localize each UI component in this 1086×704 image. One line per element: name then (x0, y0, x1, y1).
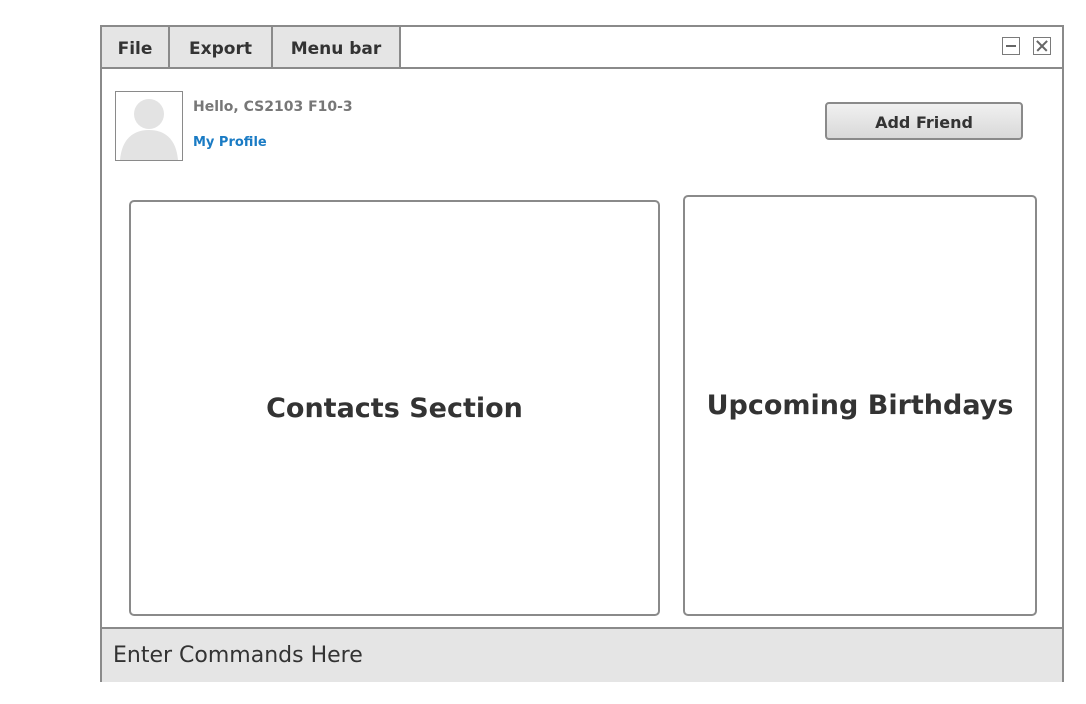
command-placeholder: Enter Commands Here (113, 643, 363, 668)
menu-bar: File Export Menu bar (102, 27, 1062, 69)
upcoming-birthdays-section: Upcoming Birthdays (683, 195, 1037, 616)
user-avatar-icon (115, 91, 183, 161)
upcoming-birthdays-title: Upcoming Birthdays (706, 390, 1014, 421)
contacts-section-title: Contacts Section (266, 392, 523, 424)
contacts-section: Contacts Section (129, 200, 660, 616)
menu-menu-bar[interactable]: Menu bar (273, 27, 401, 67)
my-profile-link[interactable]: My Profile (193, 135, 267, 150)
add-friend-button[interactable]: Add Friend (825, 102, 1023, 140)
menu-export[interactable]: Export (170, 27, 273, 67)
command-input[interactable]: Enter Commands Here (102, 627, 1062, 682)
greeting-text: Hello, CS2103 F10-3 (193, 99, 353, 115)
close-icon[interactable] (1033, 37, 1051, 55)
menu-file[interactable]: File (102, 27, 170, 67)
avatar-silhouette (120, 99, 178, 160)
app-window: File Export Menu bar Hello, CS2103 F10-3… (100, 25, 1064, 682)
minimize-icon[interactable] (1002, 37, 1020, 55)
